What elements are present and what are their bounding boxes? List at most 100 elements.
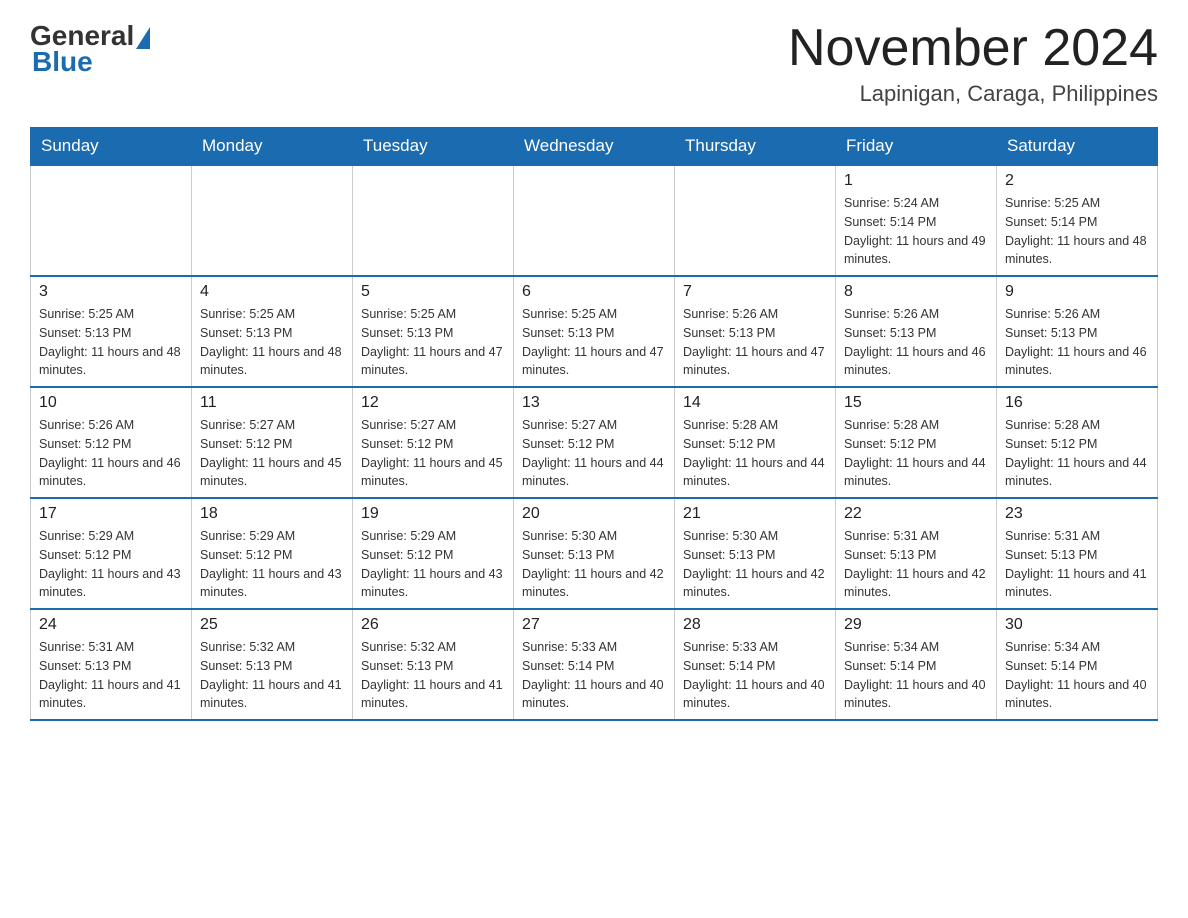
calendar-cell-w3-d4: 13 Sunrise: 5:27 AMSunset: 5:12 PMDaylig…: [514, 387, 675, 498]
day-info: Sunrise: 5:33 AMSunset: 5:14 PMDaylight:…: [683, 640, 825, 710]
header-saturday: Saturday: [997, 128, 1158, 166]
day-number: 30: [1005, 616, 1149, 634]
calendar-cell-w2-d1: 3 Sunrise: 5:25 AMSunset: 5:13 PMDayligh…: [31, 276, 192, 387]
calendar-cell-w2-d3: 5 Sunrise: 5:25 AMSunset: 5:13 PMDayligh…: [353, 276, 514, 387]
calendar-cell-w2-d5: 7 Sunrise: 5:26 AMSunset: 5:13 PMDayligh…: [675, 276, 836, 387]
calendar-cell-w3-d7: 16 Sunrise: 5:28 AMSunset: 5:12 PMDaylig…: [997, 387, 1158, 498]
day-info: Sunrise: 5:34 AMSunset: 5:14 PMDaylight:…: [1005, 640, 1147, 710]
day-number: 25: [200, 616, 344, 634]
calendar-cell-w4-d6: 22 Sunrise: 5:31 AMSunset: 5:13 PMDaylig…: [836, 498, 997, 609]
day-info: Sunrise: 5:27 AMSunset: 5:12 PMDaylight:…: [200, 418, 342, 488]
calendar-cell-w3-d2: 11 Sunrise: 5:27 AMSunset: 5:12 PMDaylig…: [192, 387, 353, 498]
title-area: November 2024 Lapinigan, Caraga, Philipp…: [788, 20, 1158, 107]
header-monday: Monday: [192, 128, 353, 166]
calendar-header-row: Sunday Monday Tuesday Wednesday Thursday…: [31, 128, 1158, 166]
calendar-cell-w4-d5: 21 Sunrise: 5:30 AMSunset: 5:13 PMDaylig…: [675, 498, 836, 609]
day-info: Sunrise: 5:29 AMSunset: 5:12 PMDaylight:…: [200, 529, 342, 599]
day-number: 6: [522, 283, 666, 301]
calendar-week-4: 17 Sunrise: 5:29 AMSunset: 5:12 PMDaylig…: [31, 498, 1158, 609]
day-number: 26: [361, 616, 505, 634]
day-info: Sunrise: 5:31 AMSunset: 5:13 PMDaylight:…: [39, 640, 181, 710]
header-wednesday: Wednesday: [514, 128, 675, 166]
month-year-title: November 2024: [788, 20, 1158, 77]
day-info: Sunrise: 5:27 AMSunset: 5:12 PMDaylight:…: [522, 418, 664, 488]
day-info: Sunrise: 5:28 AMSunset: 5:12 PMDaylight:…: [844, 418, 986, 488]
day-info: Sunrise: 5:26 AMSunset: 5:13 PMDaylight:…: [844, 307, 986, 377]
day-info: Sunrise: 5:28 AMSunset: 5:12 PMDaylight:…: [683, 418, 825, 488]
calendar-cell-w2-d7: 9 Sunrise: 5:26 AMSunset: 5:13 PMDayligh…: [997, 276, 1158, 387]
calendar-cell-w3-d6: 15 Sunrise: 5:28 AMSunset: 5:12 PMDaylig…: [836, 387, 997, 498]
day-number: 1: [844, 172, 988, 190]
day-info: Sunrise: 5:32 AMSunset: 5:13 PMDaylight:…: [361, 640, 503, 710]
calendar-cell-w4-d1: 17 Sunrise: 5:29 AMSunset: 5:12 PMDaylig…: [31, 498, 192, 609]
day-number: 28: [683, 616, 827, 634]
calendar-cell-w1-d6: 1 Sunrise: 5:24 AMSunset: 5:14 PMDayligh…: [836, 165, 997, 276]
calendar-cell-w5-d3: 26 Sunrise: 5:32 AMSunset: 5:13 PMDaylig…: [353, 609, 514, 720]
day-number: 16: [1005, 394, 1149, 412]
day-number: 8: [844, 283, 988, 301]
day-info: Sunrise: 5:24 AMSunset: 5:14 PMDaylight:…: [844, 196, 986, 266]
day-info: Sunrise: 5:26 AMSunset: 5:13 PMDaylight:…: [683, 307, 825, 377]
day-info: Sunrise: 5:25 AMSunset: 5:14 PMDaylight:…: [1005, 196, 1147, 266]
day-number: 9: [1005, 283, 1149, 301]
calendar-cell-w5-d2: 25 Sunrise: 5:32 AMSunset: 5:13 PMDaylig…: [192, 609, 353, 720]
page-header: General Blue November 2024 Lapinigan, Ca…: [30, 20, 1158, 107]
logo: General Blue: [30, 20, 150, 78]
day-info: Sunrise: 5:26 AMSunset: 5:13 PMDaylight:…: [1005, 307, 1147, 377]
day-info: Sunrise: 5:27 AMSunset: 5:12 PMDaylight:…: [361, 418, 503, 488]
day-number: 13: [522, 394, 666, 412]
day-number: 11: [200, 394, 344, 412]
calendar-cell-w3-d1: 10 Sunrise: 5:26 AMSunset: 5:12 PMDaylig…: [31, 387, 192, 498]
calendar-cell-w1-d7: 2 Sunrise: 5:25 AMSunset: 5:14 PMDayligh…: [997, 165, 1158, 276]
header-thursday: Thursday: [675, 128, 836, 166]
day-number: 29: [844, 616, 988, 634]
day-number: 4: [200, 283, 344, 301]
day-info: Sunrise: 5:25 AMSunset: 5:13 PMDaylight:…: [522, 307, 664, 377]
calendar-table: Sunday Monday Tuesday Wednesday Thursday…: [30, 127, 1158, 721]
calendar-cell-w5-d4: 27 Sunrise: 5:33 AMSunset: 5:14 PMDaylig…: [514, 609, 675, 720]
day-number: 21: [683, 505, 827, 523]
calendar-cell-w1-d3: [353, 165, 514, 276]
calendar-cell-w1-d4: [514, 165, 675, 276]
day-number: 27: [522, 616, 666, 634]
day-info: Sunrise: 5:30 AMSunset: 5:13 PMDaylight:…: [683, 529, 825, 599]
day-number: 17: [39, 505, 183, 523]
day-number: 10: [39, 394, 183, 412]
day-info: Sunrise: 5:34 AMSunset: 5:14 PMDaylight:…: [844, 640, 986, 710]
calendar-cell-w3-d5: 14 Sunrise: 5:28 AMSunset: 5:12 PMDaylig…: [675, 387, 836, 498]
day-info: Sunrise: 5:25 AMSunset: 5:13 PMDaylight:…: [200, 307, 342, 377]
day-number: 7: [683, 283, 827, 301]
calendar-week-3: 10 Sunrise: 5:26 AMSunset: 5:12 PMDaylig…: [31, 387, 1158, 498]
calendar-week-5: 24 Sunrise: 5:31 AMSunset: 5:13 PMDaylig…: [31, 609, 1158, 720]
day-number: 20: [522, 505, 666, 523]
day-number: 5: [361, 283, 505, 301]
day-info: Sunrise: 5:29 AMSunset: 5:12 PMDaylight:…: [39, 529, 181, 599]
location-subtitle: Lapinigan, Caraga, Philippines: [788, 81, 1158, 107]
calendar-cell-w1-d5: [675, 165, 836, 276]
calendar-cell-w4-d3: 19 Sunrise: 5:29 AMSunset: 5:12 PMDaylig…: [353, 498, 514, 609]
day-info: Sunrise: 5:31 AMSunset: 5:13 PMDaylight:…: [1005, 529, 1147, 599]
calendar-cell-w4-d2: 18 Sunrise: 5:29 AMSunset: 5:12 PMDaylig…: [192, 498, 353, 609]
logo-triangle-icon: [136, 27, 150, 49]
day-number: 15: [844, 394, 988, 412]
calendar-cell-w1-d1: [31, 165, 192, 276]
calendar-cell-w3-d3: 12 Sunrise: 5:27 AMSunset: 5:12 PMDaylig…: [353, 387, 514, 498]
day-number: 22: [844, 505, 988, 523]
day-info: Sunrise: 5:33 AMSunset: 5:14 PMDaylight:…: [522, 640, 664, 710]
day-number: 23: [1005, 505, 1149, 523]
day-info: Sunrise: 5:30 AMSunset: 5:13 PMDaylight:…: [522, 529, 664, 599]
calendar-week-2: 3 Sunrise: 5:25 AMSunset: 5:13 PMDayligh…: [31, 276, 1158, 387]
day-number: 2: [1005, 172, 1149, 190]
logo-blue-text: Blue: [32, 46, 93, 78]
day-number: 3: [39, 283, 183, 301]
calendar-week-1: 1 Sunrise: 5:24 AMSunset: 5:14 PMDayligh…: [31, 165, 1158, 276]
header-sunday: Sunday: [31, 128, 192, 166]
day-info: Sunrise: 5:31 AMSunset: 5:13 PMDaylight:…: [844, 529, 986, 599]
calendar-cell-w4-d4: 20 Sunrise: 5:30 AMSunset: 5:13 PMDaylig…: [514, 498, 675, 609]
header-tuesday: Tuesday: [353, 128, 514, 166]
calendar-cell-w2-d4: 6 Sunrise: 5:25 AMSunset: 5:13 PMDayligh…: [514, 276, 675, 387]
day-info: Sunrise: 5:26 AMSunset: 5:12 PMDaylight:…: [39, 418, 181, 488]
day-info: Sunrise: 5:25 AMSunset: 5:13 PMDaylight:…: [361, 307, 503, 377]
calendar-cell-w5-d5: 28 Sunrise: 5:33 AMSunset: 5:14 PMDaylig…: [675, 609, 836, 720]
calendar-cell-w1-d2: [192, 165, 353, 276]
